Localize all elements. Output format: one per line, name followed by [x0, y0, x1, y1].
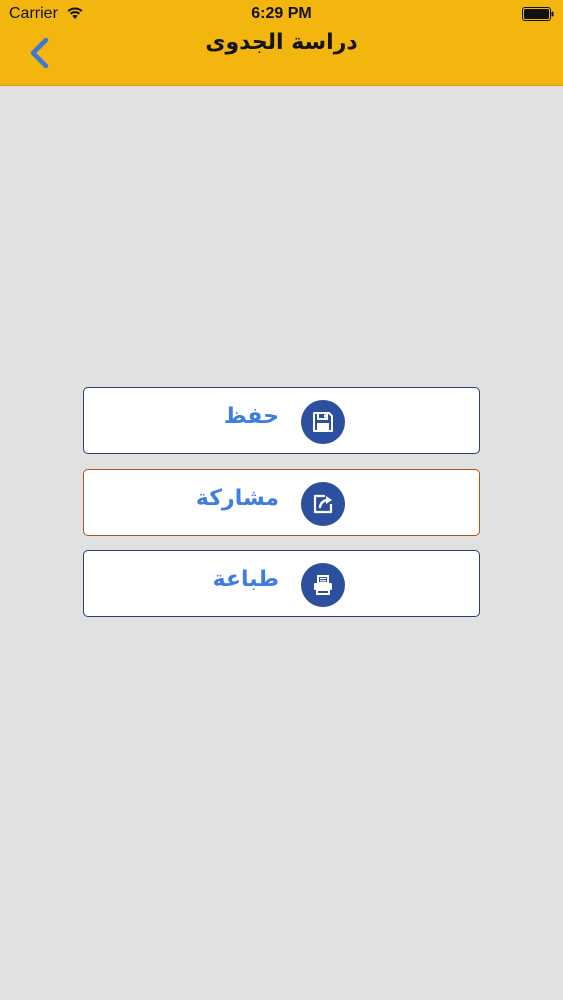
save-label: حفظ	[223, 404, 279, 429]
share-icon	[313, 494, 333, 514]
save-button[interactable]: حفظ	[83, 387, 480, 454]
navigation-bar: Carrier 6:29 PM دراسة الجدوى	[0, 0, 563, 86]
status-bar: Carrier 6:29 PM	[0, 0, 563, 28]
print-button[interactable]: طباعة	[83, 550, 480, 617]
battery-icon	[522, 7, 554, 21]
printer-icon	[314, 575, 332, 595]
print-icon-badge	[301, 563, 345, 607]
save-icon-badge	[301, 400, 345, 444]
share-button[interactable]: مشاركة	[83, 469, 480, 536]
share-icon-badge	[301, 482, 345, 526]
print-label: طباعة	[212, 567, 279, 592]
status-time: 6:29 PM	[251, 5, 312, 22]
floppy-disk-icon	[313, 412, 333, 432]
page-title: دراسة الجدوى	[205, 30, 358, 55]
share-label: مشاركة	[195, 486, 279, 511]
